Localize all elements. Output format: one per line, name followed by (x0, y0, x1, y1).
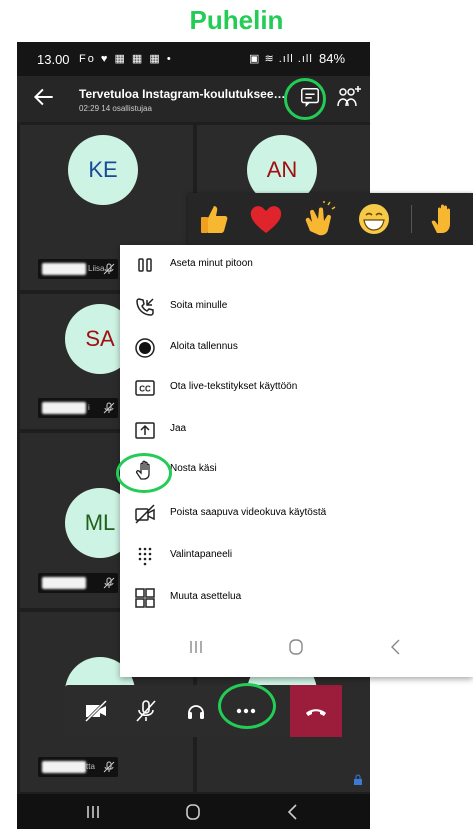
thumbs-up-icon[interactable] (196, 201, 232, 237)
status-bar: 13.00 Fo ♥ ▦ ▦ ▦ • ▣ ≋ .ıll .ıll 84% (17, 42, 370, 76)
participant-name-tag (38, 573, 118, 593)
menu-item-label: Poista saapuva videokuva käytöstä (170, 507, 327, 518)
menu-item-hold[interactable]: Aseta minut pitoon (120, 250, 473, 280)
battery-level: 84% (319, 51, 346, 66)
captions-icon: CC (135, 380, 155, 396)
highlight-ring-chat (284, 78, 326, 120)
home-icon[interactable] (183, 802, 203, 822)
menu-item-disable-incoming-video[interactable]: Poista saapuva videokuva käytöstä (120, 499, 473, 529)
hang-up-icon (306, 709, 326, 716)
recent-apps-icon[interactable] (83, 802, 103, 822)
reaction-bar (188, 193, 473, 245)
mic-muted-icon (103, 577, 115, 589)
mic-muted-icon (103, 761, 115, 773)
menu-item-label: Ota live-tekstitykset käyttöön (170, 381, 298, 392)
hang-up-button[interactable] (290, 685, 342, 737)
clapping-hands-icon[interactable] (302, 201, 338, 237)
menu-item-raise-hand[interactable]: Nosta käsi (120, 455, 473, 485)
mic-off-icon[interactable] (133, 698, 159, 724)
menu-item-live-captions[interactable]: CC Ota live-tekstitykset käyttöön (120, 373, 473, 403)
highlight-ring-raise-hand (116, 453, 172, 493)
raised-hand-icon[interactable] (426, 201, 462, 237)
add-people-icon[interactable] (335, 84, 363, 110)
menu-item-label: Muuta asettelua (170, 591, 242, 602)
laughing-face-icon[interactable] (356, 201, 392, 237)
menu-item-call-me[interactable]: Soita minulle (120, 292, 473, 322)
recent-apps-icon[interactable] (186, 637, 206, 657)
lock-icon (354, 774, 362, 785)
mic-muted-icon (103, 263, 115, 275)
phone-callback-icon (136, 298, 154, 316)
svg-text:CC: CC (139, 385, 151, 394)
record-icon (135, 338, 155, 358)
menu-item-share[interactable]: Jaa (120, 415, 473, 445)
back-icon[interactable] (283, 802, 303, 822)
menu-item-label: Jaa (170, 423, 187, 434)
menu-item-label: Soita minulle (170, 300, 228, 311)
page-heading: Puhelin (189, 5, 284, 35)
call-subtitle: 02:29 14 osallistujaa (79, 104, 152, 113)
layout-grid-icon (135, 588, 155, 608)
highlight-ring-more-options (218, 683, 276, 729)
participant-name-tag: i (38, 398, 118, 418)
more-options-menu: Aseta minut pitoon Soita minulle Aloita … (120, 245, 473, 677)
participant-name-tag: tta (38, 757, 118, 777)
system-nav-bar (17, 794, 370, 829)
menu-system-nav-bar (120, 629, 473, 669)
menu-item-change-layout[interactable]: Muuta asettelua (120, 583, 473, 613)
reaction-divider (411, 205, 412, 233)
menu-item-record[interactable]: Aloita tallennus (120, 333, 473, 363)
back-arrow-icon[interactable] (31, 84, 57, 110)
back-icon[interactable] (386, 637, 406, 657)
mic-muted-icon (103, 402, 115, 414)
participant-avatar: KE (68, 135, 138, 205)
speaker-icon[interactable] (183, 698, 209, 724)
signal-icons: ▣ ≋ .ıll .ıll (249, 53, 313, 65)
menu-item-label: Nosta käsi (170, 463, 217, 474)
heart-icon[interactable] (248, 201, 284, 237)
menu-item-label: Valintapaneeli (170, 549, 233, 560)
menu-item-label: Aloita tallennus (170, 341, 238, 352)
call-controls (65, 685, 342, 737)
notification-icons: Fo ♥ ▦ ▦ ▦ • (79, 53, 173, 65)
camera-off-icon[interactable] (83, 698, 109, 724)
home-icon[interactable] (286, 637, 306, 657)
dialpad-icon (138, 547, 152, 566)
video-off-icon (135, 504, 155, 524)
status-time: 13.00 (37, 52, 70, 67)
menu-item-label: Aseta minut pitoon (170, 258, 253, 269)
participant-name-tag: Liisa (38, 259, 118, 279)
pause-icon (138, 258, 152, 272)
call-title: Tervetuloa Instagram-koulutukseen to 2..… (79, 87, 289, 101)
menu-item-dialpad[interactable]: Valintapaneeli (120, 541, 473, 571)
share-icon (135, 422, 155, 439)
